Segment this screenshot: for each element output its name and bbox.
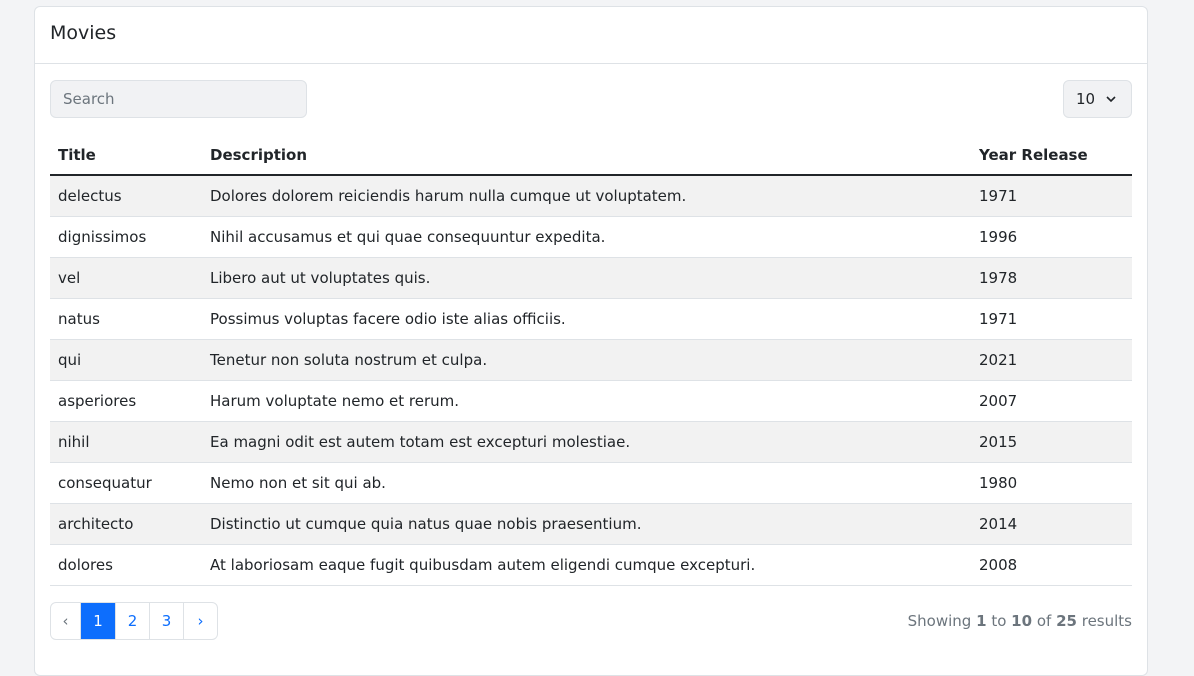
cell-description: At laboriosam eaque fugit quibusdam aute…	[202, 544, 971, 586]
table-row[interactable]: qui Tenetur non soluta nostrum et culpa. 2…	[50, 339, 1132, 381]
page-3-button[interactable]: 3	[149, 603, 183, 639]
table-row[interactable]: asperiores Harum voluptate nemo et rerum.…	[50, 380, 1132, 422]
cell-description: Possimus voluptas facere odio iste alias…	[202, 298, 971, 340]
info-to-word: to	[991, 612, 1007, 630]
info-showing: Showing	[907, 612, 972, 630]
cell-description: Distinctio ut cumque quia natus quae nob…	[202, 503, 971, 545]
info-total: 25	[1056, 612, 1077, 630]
movies-card: Movies 10 Title Description Year Release…	[34, 6, 1148, 676]
cell-description: Nihil accusamus et qui quae consequuntur…	[202, 216, 971, 258]
pagination: ‹ 1 2 3 ›	[50, 602, 218, 640]
cell-title: vel	[50, 257, 202, 299]
cell-year: 1971	[971, 175, 1132, 217]
cell-year: 1996	[971, 216, 1132, 258]
chevron-down-icon	[1106, 96, 1116, 103]
info-results: results	[1081, 612, 1132, 630]
cell-year: 2015	[971, 421, 1132, 463]
cell-title: qui	[50, 339, 202, 381]
page-2-button[interactable]: 2	[115, 603, 149, 639]
table-row[interactable]: vel Libero aut ut voluptates quis. 1978	[50, 257, 1132, 299]
cell-title: delectus	[50, 175, 202, 217]
table-row[interactable]: architecto Distinctio ut cumque quia natu…	[50, 503, 1132, 545]
cell-title: dolores	[50, 544, 202, 586]
cell-description: Harum voluptate nemo et rerum.	[202, 380, 971, 422]
table-row[interactable]: nihil Ea magni odit est autem totam est e…	[50, 421, 1132, 463]
cell-title: consequatur	[50, 462, 202, 504]
cell-title: dignissimos	[50, 216, 202, 258]
cell-description: Tenetur non soluta nostrum et culpa.	[202, 339, 971, 381]
next-page-button[interactable]: ›	[183, 603, 217, 639]
prev-page-button[interactable]: ‹	[51, 603, 80, 639]
info-to: 10	[1011, 612, 1033, 630]
cell-title: natus	[50, 298, 202, 340]
info-from: 1	[976, 612, 987, 630]
table-row[interactable]: consequatur Nemo non et sit qui ab. 1980	[50, 462, 1132, 504]
cell-title: architecto	[50, 503, 202, 545]
page-1-button[interactable]: 1	[80, 603, 115, 639]
cell-year: 1980	[971, 462, 1132, 504]
per-page-value: 10	[1076, 90, 1096, 108]
table-row[interactable]: natus Possimus voluptas facere odio iste …	[50, 298, 1132, 340]
cell-description: Dolores dolorem reiciendis harum nulla c…	[202, 175, 971, 217]
cell-year: 1978	[971, 257, 1132, 299]
info-of-word: of	[1036, 612, 1052, 630]
search-input[interactable]	[50, 80, 307, 118]
table-row[interactable]: delectus Dolores dolorem reiciendis harum…	[50, 175, 1132, 217]
cell-description: Ea magni odit est autem totam est except…	[202, 421, 971, 463]
cell-title: nihil	[50, 421, 202, 463]
results-info: Showing 1 to 10 of 25 results	[908, 612, 1132, 630]
table-row[interactable]: dolores At laboriosam eaque fugit quibusd…	[50, 544, 1132, 586]
cell-year: 1971	[971, 298, 1132, 340]
card-title: Movies	[35, 7, 1147, 64]
header-title[interactable]: Title	[50, 136, 202, 176]
cell-year: 2014	[971, 503, 1132, 545]
movies-table: Title Description Year Release delectus D…	[50, 136, 1132, 586]
header-year-release[interactable]: Year Release	[971, 136, 1132, 176]
cell-year: 2008	[971, 544, 1132, 586]
cell-title: asperiores	[50, 380, 202, 422]
cell-description: Libero aut ut voluptates quis.	[202, 257, 971, 299]
cell-year: 2021	[971, 339, 1132, 381]
table-row[interactable]: dignissimos Nihil accusamus et qui quae c…	[50, 216, 1132, 258]
header-description[interactable]: Description	[202, 136, 971, 176]
cell-description: Nemo non et sit qui ab.	[202, 462, 971, 504]
per-page-select[interactable]: 10	[1063, 80, 1132, 118]
cell-year: 2007	[971, 380, 1132, 422]
